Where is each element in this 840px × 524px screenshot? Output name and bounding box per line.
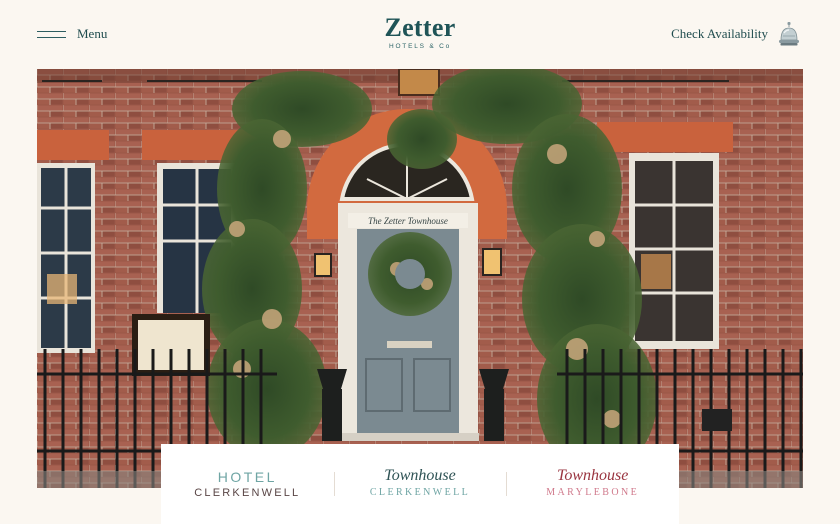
hero-image: The Zetter Townhouse <box>37 69 803 488</box>
townhouse-clerkenwell-title: Townhouse <box>384 467 456 484</box>
check-availability-button[interactable]: Check Availability <box>671 21 800 47</box>
townhouse-clerkenwell-link[interactable]: Townhouse CLERKENWELL <box>333 444 507 524</box>
door-sign: The Zetter Townhouse <box>368 216 448 226</box>
townhouse-marylebone-title: Townhouse <box>556 467 629 484</box>
townhouse-marylebone-location: MARYLEBONE <box>546 487 640 498</box>
townhouse-facade-image: The Zetter Townhouse <box>37 69 803 488</box>
check-availability-label: Check Availability <box>671 26 768 41</box>
site-header: Menu Zetter HOTELS & Co Check Availabili… <box>0 0 840 68</box>
townhouse-clerkenwell-location: CLERKENWELL <box>369 487 471 498</box>
hotel-clerkenwell-title: HOTEL <box>217 469 277 485</box>
townhouse-marylebone-link[interactable]: Townhouse MARYLEBONE <box>506 444 679 524</box>
hotel-clerkenwell-link[interactable]: HOTEL CLERKENWELL <box>161 444 334 524</box>
hotel-clerkenwell-location: CLERKENWELL <box>194 487 301 499</box>
service-bell-icon <box>779 22 799 46</box>
hotel-selector: HOTEL CLERKENWELL Townhouse CLERKENWELL … <box>161 444 679 524</box>
